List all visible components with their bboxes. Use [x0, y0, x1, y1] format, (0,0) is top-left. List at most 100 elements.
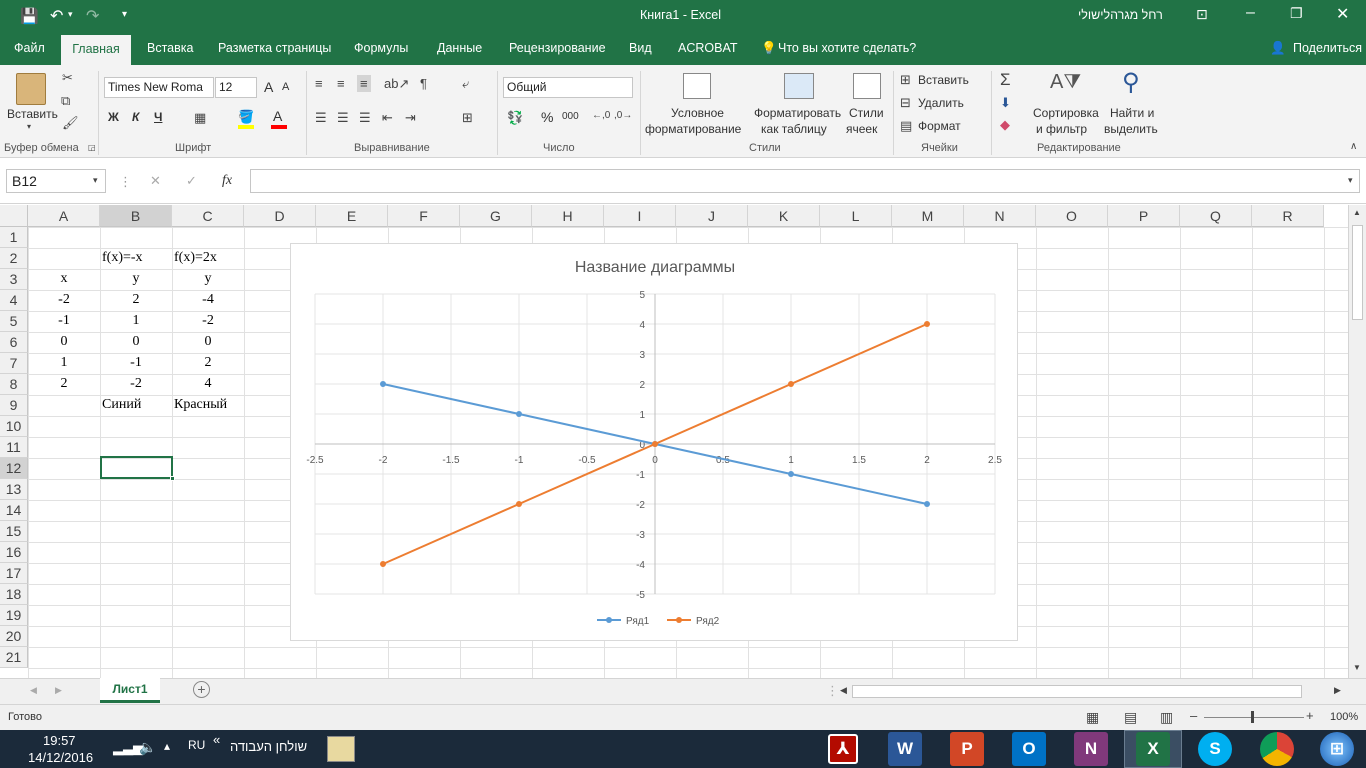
user-name[interactable]: רחל מגרהלישולי	[1078, 8, 1163, 22]
align-middle-icon[interactable]: ≡	[337, 77, 345, 90]
tab-data[interactable]: Данные	[437, 41, 482, 55]
desktop-icon[interactable]	[327, 736, 355, 762]
clock-date[interactable]: 14/12/2016	[28, 750, 93, 765]
find-select-line1[interactable]: Найти и	[1110, 106, 1154, 120]
delete-cells-icon[interactable]: ⊟	[900, 96, 911, 109]
sort-filter-line2[interactable]: и фильтр	[1036, 122, 1087, 136]
delete-cells-button[interactable]: Удалить	[918, 96, 964, 110]
conditional-formatting-icon[interactable]	[683, 73, 711, 99]
find-select-line2[interactable]: выделить	[1104, 122, 1158, 136]
cell-b5[interactable]: 1	[100, 313, 172, 329]
format-cells-icon[interactable]: ▤	[900, 119, 912, 132]
font-size-select[interactable]: 12	[215, 77, 257, 98]
format-as-table-icon[interactable]	[784, 73, 814, 99]
font-color-button[interactable]: A	[273, 108, 282, 124]
decrease-indent-icon[interactable]: ⇤	[382, 111, 393, 124]
sheet-tab-list1[interactable]: Лист1	[100, 678, 160, 703]
next-sheet-icon[interactable]: ▶	[55, 686, 62, 695]
zoom-out-icon[interactable]: –	[1190, 709, 1197, 722]
outlook-icon[interactable]: O	[1012, 732, 1046, 766]
shrink-font-button[interactable]: A	[282, 81, 289, 93]
cell-a3[interactable]: x	[28, 271, 100, 287]
cell-c3[interactable]: y	[172, 271, 244, 287]
sort-filter-icon[interactable]: A⧩	[1050, 72, 1081, 92]
align-left-icon[interactable]: ☰	[315, 111, 327, 124]
excel-icon[interactable]: X	[1136, 732, 1170, 766]
insert-function-button[interactable]: fx	[222, 173, 232, 189]
tab-split-handle[interactable]: ⋮	[826, 684, 839, 697]
vertical-scroll-thumb[interactable]	[1352, 225, 1363, 320]
zoom-level[interactable]: 100%	[1330, 711, 1358, 723]
minimize-icon[interactable]: –	[1246, 4, 1255, 22]
formula-input[interactable]	[250, 169, 1360, 193]
chrome-icon[interactable]	[1260, 732, 1294, 766]
tab-insert[interactable]: Вставка	[147, 41, 193, 55]
fill-color-icon[interactable]: 🪣	[238, 110, 254, 123]
bold-button[interactable]: Ж	[108, 110, 119, 124]
clock-time[interactable]: 19:57	[43, 733, 76, 748]
collapse-ribbon-icon[interactable]: ∧	[1350, 142, 1357, 152]
orientation-icon[interactable]: ab↗	[384, 77, 409, 90]
align-top-icon[interactable]: ≡	[315, 77, 323, 90]
paste-dropdown-icon[interactable]: ▾	[27, 123, 31, 131]
font-name-select[interactable]: Times New Roma	[104, 77, 214, 98]
merge-center-icon[interactable]: ⊞	[462, 111, 473, 124]
find-icon[interactable]: ⚲	[1122, 71, 1140, 95]
selected-cell-b12[interactable]	[100, 456, 173, 479]
tray-expand-icon[interactable]: ▴	[164, 739, 170, 753]
save-icon[interactable]: 💾	[20, 7, 39, 25]
page-break-view-icon[interactable]: ▥	[1160, 710, 1173, 724]
cell-c7[interactable]: 2	[172, 355, 244, 371]
tab-home[interactable]: Главная	[61, 35, 131, 66]
cell-c6[interactable]: 0	[172, 334, 244, 350]
restore-icon[interactable]: ❐	[1290, 5, 1303, 22]
undo-dropdown-icon[interactable]: ▾	[68, 9, 73, 20]
cell-b6[interactable]: 0	[100, 334, 172, 350]
prev-sheet-icon[interactable]: ◀	[30, 686, 37, 695]
fill-handle[interactable]	[170, 476, 175, 481]
powerpoint-icon[interactable]: P	[950, 732, 984, 766]
align-center-icon[interactable]: ☰	[337, 111, 349, 124]
page-layout-view-icon[interactable]: ▤	[1124, 710, 1137, 724]
underline-button[interactable]: Ч	[154, 110, 162, 124]
sort-filter-line1[interactable]: Сортировка	[1033, 106, 1099, 120]
zoom-slider-thumb[interactable]	[1251, 711, 1254, 723]
scroll-down-icon[interactable]: ▼	[1353, 664, 1361, 672]
redo-icon[interactable]: ↷	[86, 6, 99, 26]
format-painter-icon[interactable]: 🖌	[62, 116, 79, 129]
copy-icon[interactable]: ⧉	[61, 94, 70, 107]
cell-a6[interactable]: 0	[28, 334, 100, 350]
cancel-formula-icon[interactable]: ✕	[150, 174, 161, 187]
scroll-right-icon[interactable]: ▶	[1334, 686, 1341, 695]
drag-handle-icon[interactable]: ⋮	[119, 175, 132, 188]
cut-icon[interactable]: ✂	[62, 71, 73, 84]
cell-c2[interactable]: f(x)=2x	[174, 250, 217, 266]
cell-b3[interactable]: y	[100, 271, 172, 287]
volume-icon[interactable]: 🔈	[139, 739, 156, 756]
autosum-icon[interactable]: Σ	[1000, 71, 1011, 88]
tab-review[interactable]: Рецензирование	[509, 41, 606, 55]
lightbulb-icon[interactable]: 💡	[761, 41, 777, 56]
word-icon[interactable]: W	[888, 732, 922, 766]
start-button[interactable]: ⊞	[1320, 732, 1354, 766]
undo-icon[interactable]: ↶	[50, 6, 63, 26]
horizontal-scroll-thumb[interactable]	[852, 685, 1302, 698]
cell-a4[interactable]: -2	[28, 292, 100, 308]
align-bottom-icon[interactable]: ≡	[357, 75, 371, 92]
tab-formulas[interactable]: Формулы	[354, 41, 408, 55]
normal-view-icon[interactable]: ▦	[1086, 710, 1099, 724]
clear-icon[interactable]: ◆	[1000, 118, 1010, 131]
cell-a8[interactable]: 2	[28, 376, 100, 392]
tab-acrobat[interactable]: ACROBAT	[678, 41, 738, 55]
name-box-dropdown-icon[interactable]: ▾	[93, 176, 98, 185]
thousands-button[interactable]: 000	[562, 111, 579, 122]
insert-cells-icon[interactable]: ⊞	[900, 73, 911, 86]
cell-b4[interactable]: 2	[100, 292, 172, 308]
increase-decimal-icon[interactable]: ←,0	[592, 111, 610, 121]
percent-button[interactable]: %	[541, 109, 553, 125]
customize-toolbar-icon[interactable]: ▾	[122, 9, 127, 20]
currency-icon[interactable]: 💱	[507, 111, 523, 124]
cell-c4[interactable]: -4	[172, 292, 244, 308]
cell-c5[interactable]: -2	[172, 313, 244, 329]
skype-icon[interactable]: S	[1198, 732, 1232, 766]
